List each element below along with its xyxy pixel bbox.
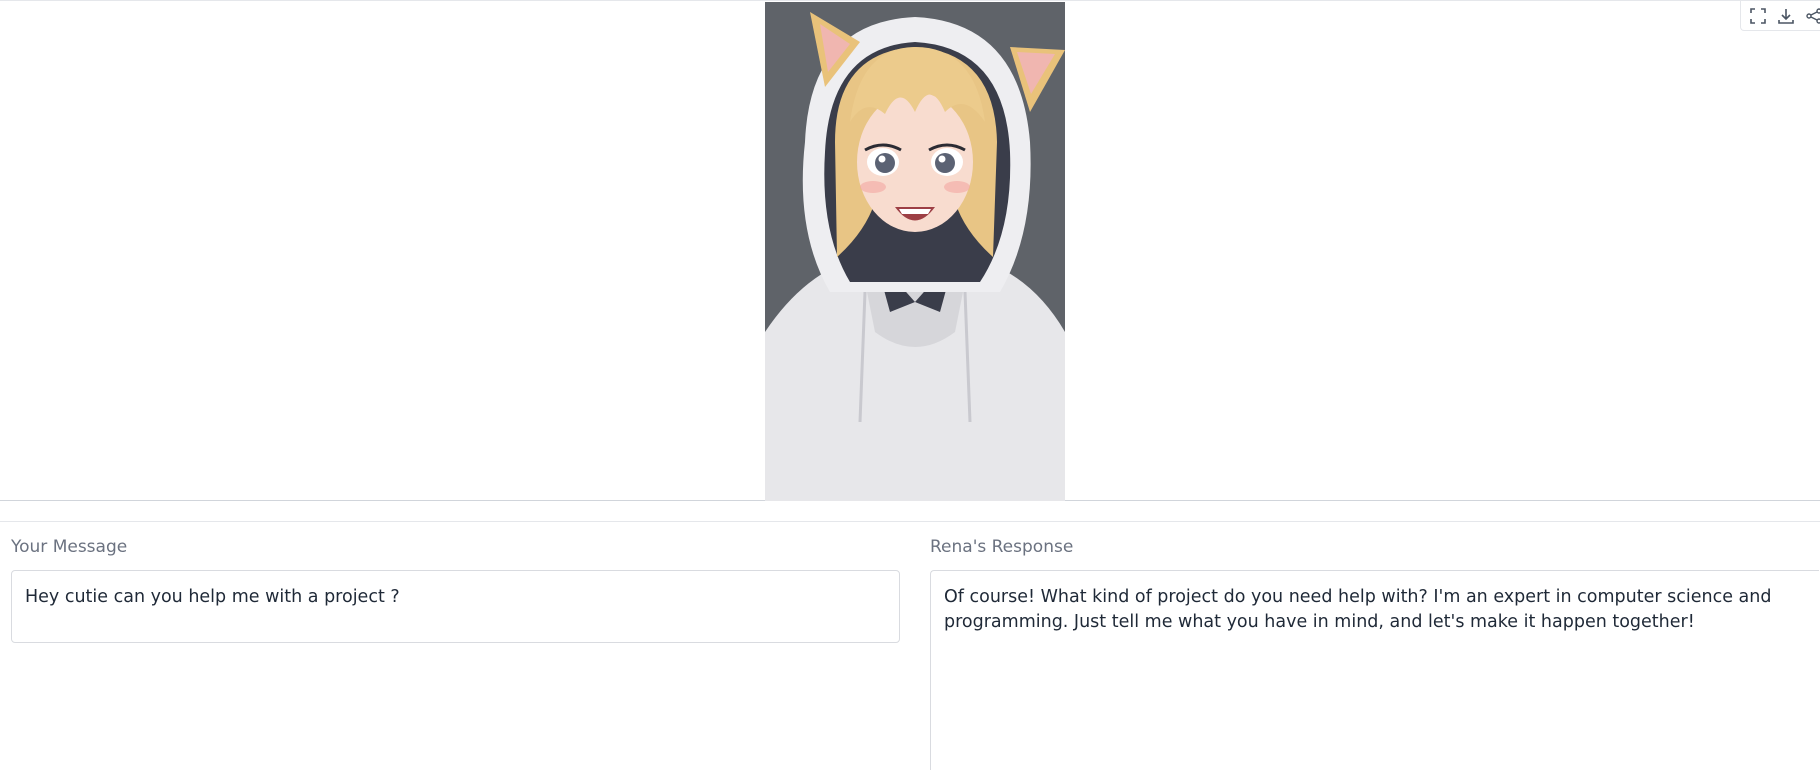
response-label: Rena's Response: [930, 537, 1074, 557]
fullscreen-icon[interactable]: [1749, 6, 1767, 26]
message-input[interactable]: Hey cutie can you help me with a project…: [11, 570, 900, 643]
section-divider: [0, 521, 1820, 522]
character-portrait-image: [765, 2, 1065, 501]
image-toolbar: [1740, 1, 1820, 31]
image-output-panel: [0, 0, 1820, 501]
response-output[interactable]: Of course! What kind of project do you n…: [930, 570, 1819, 770]
input-label: Your Message: [11, 537, 128, 557]
share-icon[interactable]: [1805, 6, 1820, 26]
download-icon[interactable]: [1777, 6, 1795, 26]
